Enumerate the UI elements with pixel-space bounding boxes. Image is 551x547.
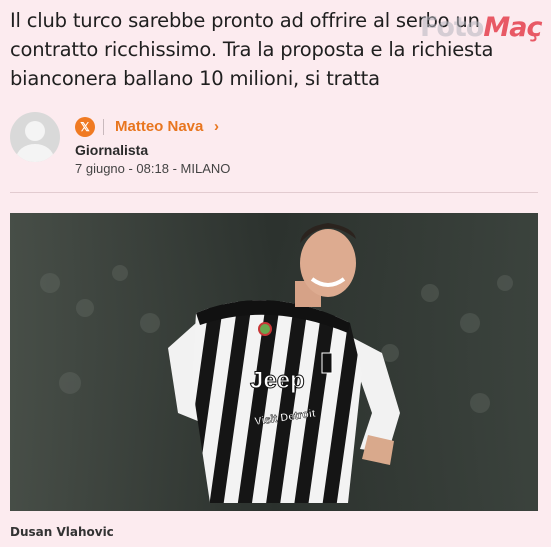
- watermark-logo: FotoMaç: [420, 12, 542, 43]
- author-name-link[interactable]: Matteo Nava: [115, 118, 203, 135]
- avatar: [10, 112, 60, 162]
- chevron-right-icon[interactable]: ›: [214, 118, 219, 135]
- author-role: Giornalista: [75, 142, 149, 158]
- watermark-text-a: Foto: [420, 12, 484, 43]
- kit-sponsor-text: Jeep: [250, 367, 305, 394]
- x-icon[interactable]: 𝕏: [75, 117, 95, 137]
- watermark-text-b: Maç: [483, 12, 542, 43]
- author-block: 𝕏 Matteo Nava › Giornalista 7 giugno - 0…: [10, 110, 540, 180]
- photo-caption: Dusan Vlahovic: [10, 525, 114, 539]
- player-illustration: Jeep Visit Detroit: [10, 213, 538, 511]
- section-divider: [10, 192, 538, 193]
- article-dateline: 7 giugno - 08:18 - MILANO: [75, 161, 231, 176]
- divider-line: [103, 119, 104, 135]
- article-photo: Jeep Visit Detroit: [10, 213, 538, 511]
